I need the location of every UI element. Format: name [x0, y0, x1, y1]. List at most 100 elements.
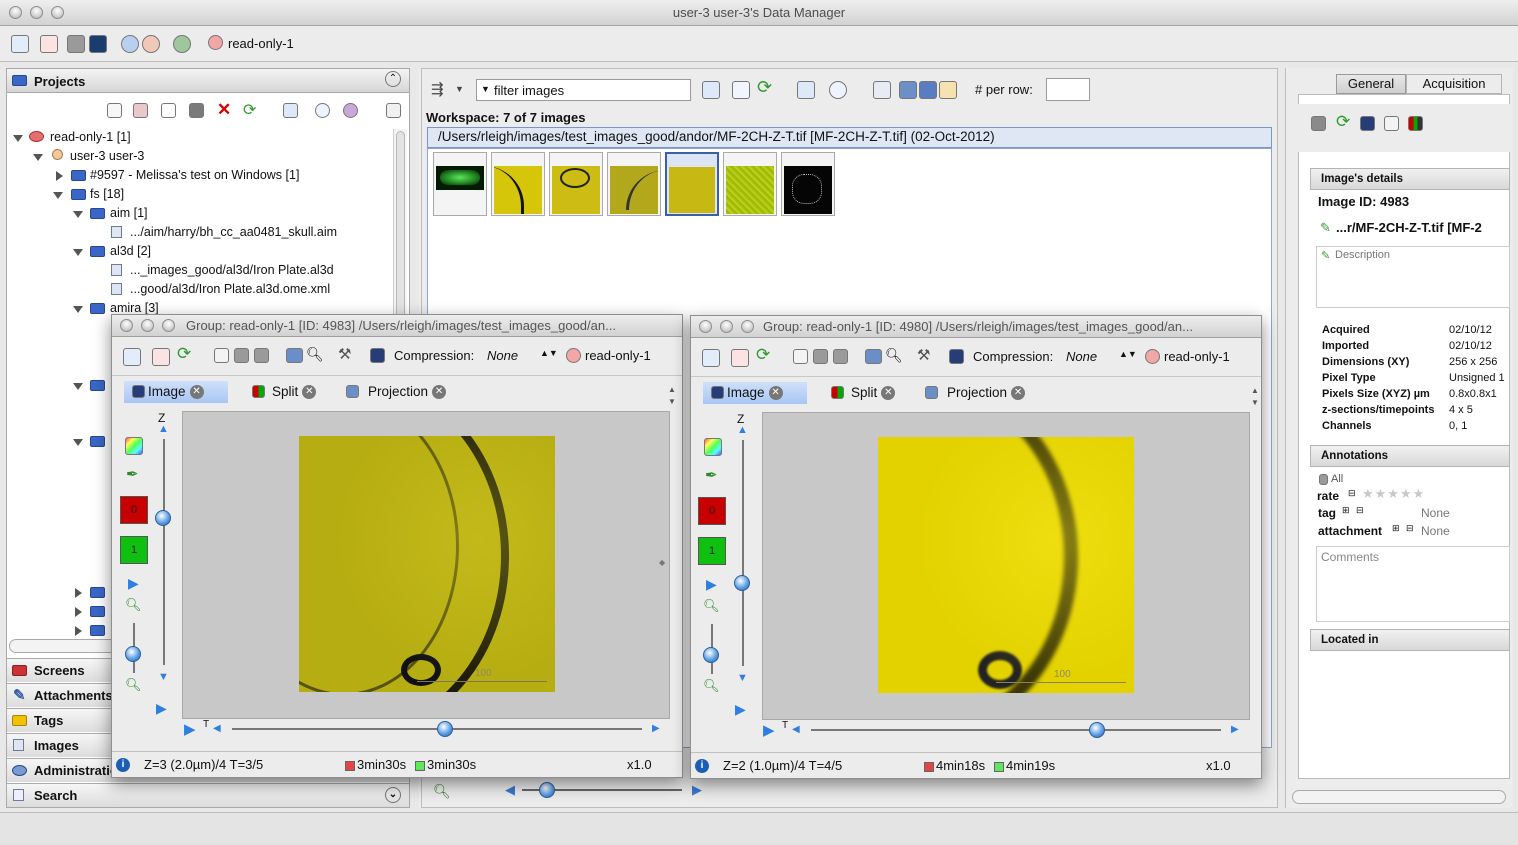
- tree-node-dataset[interactable]: aim [1]: [110, 206, 148, 220]
- thumbnail[interactable]: [549, 152, 603, 216]
- expand-toggle[interactable]: [73, 211, 83, 218]
- save-icon[interactable]: [1311, 116, 1326, 131]
- close-tab-icon[interactable]: ✕: [302, 385, 317, 400]
- thumbnail[interactable]: [781, 152, 835, 216]
- expand-toggle[interactable]: [13, 135, 23, 142]
- thumbnail[interactable]: [723, 152, 777, 216]
- history-icon[interactable]: [315, 103, 330, 118]
- image-canvas[interactable]: 100: [762, 412, 1250, 720]
- add-attachment-icon[interactable]: ⊞: [1392, 523, 1400, 534]
- thumbnail-view-icon[interactable]: [702, 81, 720, 99]
- projects-view-icon[interactable]: [11, 35, 29, 53]
- zoom-out-icon[interactable]: 🔍︎: [125, 677, 142, 693]
- filmstrip-icon[interactable]: [919, 81, 937, 99]
- compression-select[interactable]: None: [1066, 349, 1097, 364]
- list-view-icon[interactable]: [732, 81, 750, 99]
- collapse-icon[interactable]: ⌃: [385, 71, 401, 87]
- clock-icon[interactable]: [829, 81, 847, 99]
- add-tag-icon[interactable]: ⊞: [1342, 505, 1350, 516]
- tab-projection[interactable]: Projection ✕: [344, 381, 452, 403]
- expand-toggle[interactable]: [56, 171, 63, 181]
- zoom-window-button[interactable]: [51, 6, 64, 19]
- minimize-window-button[interactable]: [141, 319, 154, 332]
- t-left-icon[interactable]: ◀: [792, 724, 800, 735]
- edit-icon[interactable]: [731, 349, 749, 367]
- scripts-icon[interactable]: [173, 35, 191, 53]
- layout-icon[interactable]: ⇶: [431, 80, 444, 98]
- channels-icon[interactable]: [1408, 116, 1423, 131]
- play-icon[interactable]: ▶: [128, 575, 139, 592]
- close-tab-icon[interactable]: ✕: [768, 386, 783, 401]
- save-icon[interactable]: [899, 81, 917, 99]
- pencil-icon[interactable]: [939, 81, 957, 99]
- tree-node-image[interactable]: ..._images_good/al3d/Iron Plate.al3d: [130, 263, 334, 277]
- scroll-up-icon[interactable]: ▲: [668, 385, 676, 394]
- close-tab-icon[interactable]: ✕: [432, 385, 447, 400]
- cut-icon[interactable]: [133, 103, 148, 118]
- remove-attachment-icon[interactable]: ⊟: [1406, 523, 1414, 534]
- edit-icon[interactable]: [152, 348, 170, 366]
- z-up-icon[interactable]: ▲: [737, 424, 748, 436]
- play-t-icon[interactable]: ▶: [184, 720, 196, 738]
- scroll-indicator[interactable]: ◆: [659, 558, 665, 567]
- play-t-icon[interactable]: ▶: [763, 721, 775, 739]
- paste-icon[interactable]: [813, 349, 828, 364]
- zoom-icon[interactable]: 🔍︎: [306, 346, 324, 363]
- per-row-input[interactable]: [1046, 78, 1090, 101]
- projects-header[interactable]: Projects ⌃: [7, 69, 409, 93]
- measure-icon[interactable]: ⚒: [917, 346, 930, 364]
- image-canvas[interactable]: 100 ◆: [182, 411, 670, 719]
- all-filter[interactable]: All: [1331, 473, 1343, 485]
- z-down-icon[interactable]: ▼: [737, 672, 748, 684]
- scroll-up-icon[interactable]: ▲: [1251, 386, 1259, 395]
- paste-icon[interactable]: [234, 348, 249, 363]
- import-icon[interactable]: [343, 103, 358, 118]
- close-tab-icon[interactable]: ✕: [189, 385, 204, 400]
- tab-image[interactable]: Image ✕: [124, 381, 228, 403]
- play-z-icon[interactable]: ▶: [156, 700, 167, 717]
- camera-icon[interactable]: [286, 348, 303, 363]
- tree-node-dataset[interactable]: al3d [2]: [110, 244, 151, 258]
- scroll-down-icon[interactable]: ▼: [668, 397, 676, 406]
- tab-general[interactable]: General: [1336, 74, 1406, 94]
- tab-split[interactable]: Split ✕: [827, 382, 923, 404]
- slider-right-icon[interactable]: ▶: [692, 782, 702, 798]
- chevron-down-icon[interactable]: ▼: [455, 84, 464, 94]
- zoom-window-button[interactable]: [162, 319, 175, 332]
- compression-select[interactable]: None: [487, 348, 518, 363]
- zoom-out-icon[interactable]: 🔍︎: [433, 783, 451, 800]
- new-icon[interactable]: [107, 103, 122, 118]
- color-picker-icon[interactable]: [125, 437, 143, 455]
- t-slider[interactable]: [811, 729, 1221, 731]
- tree-node-project[interactable]: fs [18]: [90, 187, 124, 201]
- channel-0-button[interactable]: 0: [698, 497, 726, 525]
- close-tab-icon[interactable]: ✕: [1011, 386, 1026, 401]
- copy-icon[interactable]: [161, 103, 176, 118]
- close-tab-icon[interactable]: ✕: [881, 386, 896, 401]
- zoom-window-button[interactable]: [741, 320, 754, 333]
- located-in-header[interactable]: Located in: [1310, 629, 1510, 651]
- eyedropper-icon[interactable]: ✒: [705, 466, 718, 484]
- channel-1-button[interactable]: 1: [698, 537, 726, 565]
- tree-node-dataset[interactable]: amira [3]: [110, 301, 159, 315]
- t-slider-knob[interactable]: [1089, 722, 1105, 738]
- filter-icon[interactable]: [1319, 474, 1328, 485]
- save-icon[interactable]: [254, 348, 269, 363]
- minimize-window-button[interactable]: [30, 6, 43, 19]
- sort-icon[interactable]: [283, 103, 298, 118]
- minimize-window-button[interactable]: [720, 320, 733, 333]
- image-name[interactable]: ...r/MF-2CH-Z-T.tif [MF-2: [1336, 220, 1508, 235]
- t-right-icon[interactable]: ▶: [652, 723, 660, 734]
- projects-icon[interactable]: [123, 348, 141, 366]
- remove-tag-icon[interactable]: ⊟: [1356, 505, 1364, 516]
- refresh-icon[interactable]: ⟳: [243, 100, 256, 120]
- tab-image[interactable]: Image ✕: [703, 382, 807, 404]
- close-window-button[interactable]: [120, 319, 133, 332]
- thumbnail-selected[interactable]: [665, 152, 719, 216]
- close-window-button[interactable]: [9, 6, 22, 19]
- expand-toggle[interactable]: [75, 607, 82, 617]
- camera-icon[interactable]: [865, 349, 882, 364]
- minimize-panel-icon[interactable]: [386, 103, 401, 118]
- z-slider-knob[interactable]: [734, 575, 750, 591]
- close-window-button[interactable]: [699, 320, 712, 333]
